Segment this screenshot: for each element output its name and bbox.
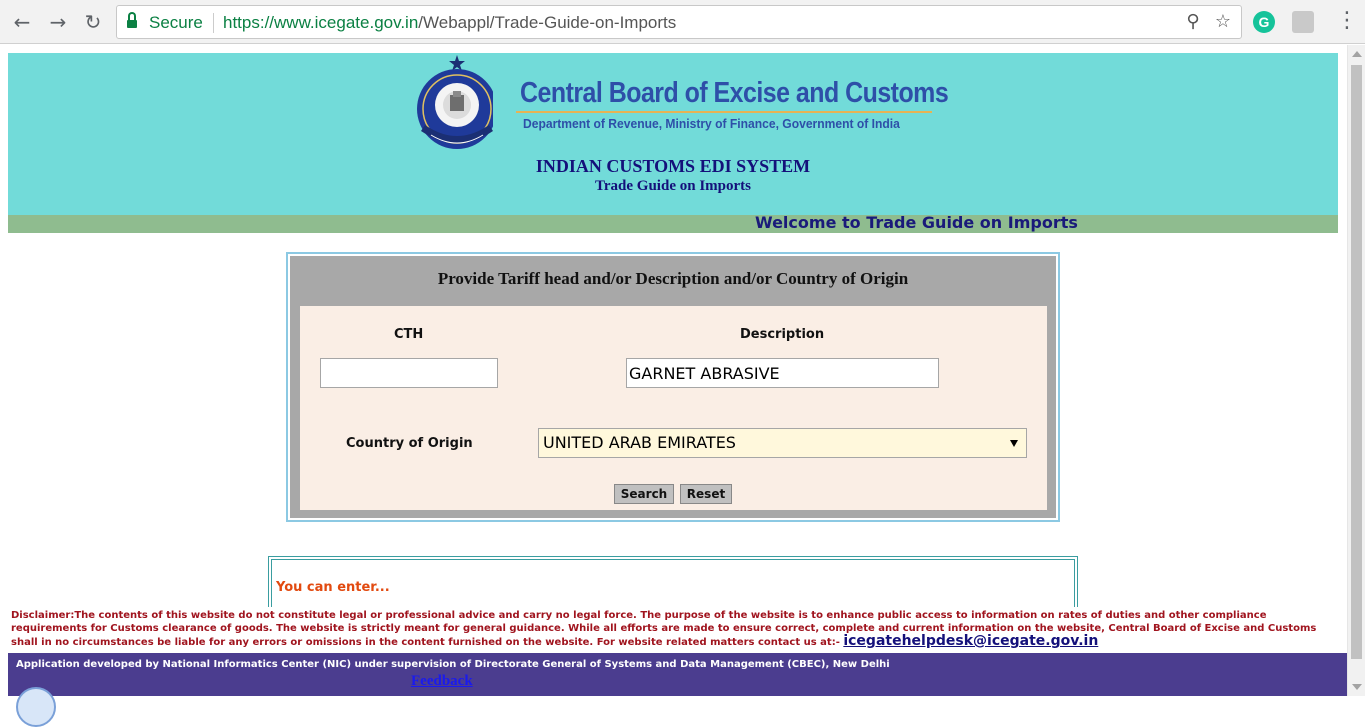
pdf-extension-icon[interactable] bbox=[1292, 11, 1314, 33]
system-subtitle: Trade Guide on Imports bbox=[595, 178, 751, 194]
lock-icon bbox=[127, 12, 137, 29]
browser-toolbar: ← → ↻ Secure https://www.icegate.gov.in/… bbox=[0, 0, 1365, 44]
welcome-bar: Welcome to Trade Guide on Imports bbox=[8, 213, 1338, 233]
site-footer: Application developed by National Inform… bbox=[8, 653, 1347, 727]
zoom-icon[interactable]: ⚲ bbox=[1183, 12, 1203, 32]
forward-arrow-icon[interactable]: → bbox=[46, 10, 70, 34]
description-label: Description bbox=[740, 327, 825, 342]
reset-button[interactable]: Reset bbox=[680, 484, 732, 504]
org-subtitle: Department of Revenue, Ministry of Finan… bbox=[523, 116, 900, 131]
description-input[interactable] bbox=[626, 358, 939, 388]
address-bar[interactable]: Secure https://www.icegate.gov.in/Webapp… bbox=[116, 5, 1242, 39]
system-title: INDIAN CUSTOMS EDI SYSTEM bbox=[535, 156, 811, 176]
disclaimer: Disclaimer:The contents of this website … bbox=[0, 607, 1347, 653]
dropdown-arrow-icon bbox=[1010, 440, 1018, 447]
grammarly-extension-icon[interactable]: G bbox=[1253, 11, 1275, 33]
page-scrollbar[interactable] bbox=[1347, 45, 1365, 696]
results-hint: You can enter... bbox=[276, 580, 390, 595]
welcome-text: Welcome to Trade Guide on Imports bbox=[755, 213, 1078, 232]
country-label: Country of Origin bbox=[346, 436, 473, 451]
address-divider bbox=[213, 13, 214, 33]
site-header: Central Board of Excise and Customs Depa… bbox=[8, 53, 1338, 215]
scroll-down-arrow-icon[interactable] bbox=[1352, 684, 1362, 690]
feedback-link[interactable]: Feedback bbox=[411, 673, 473, 690]
search-form: Provide Tariff head and/or Description a… bbox=[286, 252, 1060, 522]
form-heading: Provide Tariff head and/or Description a… bbox=[437, 269, 909, 288]
browser-menu-icon[interactable]: ⋮ bbox=[1336, 10, 1358, 34]
nic-logo-icon bbox=[16, 687, 56, 727]
url-text[interactable]: https://www.icegate.gov.in/Webappl/Trade… bbox=[223, 13, 676, 33]
cbec-emblem-icon bbox=[417, 55, 493, 149]
form-fields-area: CTH Description Country of Origin UNITED… bbox=[300, 306, 1047, 510]
footer-credit: Application developed by National Inform… bbox=[16, 659, 890, 670]
scroll-up-arrow-icon[interactable] bbox=[1352, 51, 1362, 57]
cth-input[interactable] bbox=[320, 358, 498, 388]
org-title-underline bbox=[516, 111, 932, 113]
bookmark-star-icon[interactable]: ☆ bbox=[1213, 12, 1233, 32]
country-selected-value: UNITED ARAB EMIRATES bbox=[543, 433, 736, 452]
search-button[interactable]: Search bbox=[614, 484, 674, 504]
reload-icon[interactable]: ↻ bbox=[81, 10, 105, 34]
search-form-panel: Provide Tariff head and/or Description a… bbox=[290, 256, 1056, 518]
country-select[interactable]: UNITED ARAB EMIRATES bbox=[538, 428, 1027, 458]
helpdesk-email-link[interactable]: icegatehelpdesk@icegate.gov.in bbox=[843, 633, 1098, 649]
secure-label: Secure bbox=[149, 13, 203, 32]
org-title: Central Board of Excise and Customs bbox=[520, 77, 949, 109]
cth-label: CTH bbox=[394, 327, 424, 342]
scroll-thumb[interactable] bbox=[1351, 65, 1362, 659]
back-arrow-icon[interactable]: ← bbox=[10, 10, 34, 34]
disclaimer-text: Disclaimer:The contents of this website … bbox=[11, 610, 1317, 648]
